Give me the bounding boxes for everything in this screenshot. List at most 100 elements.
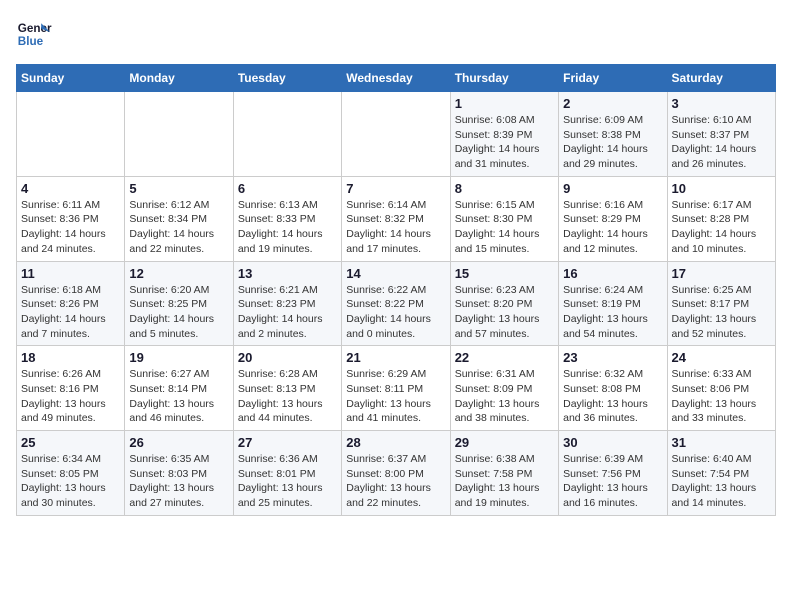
day-header-friday: Friday (559, 65, 667, 92)
calendar-cell: 30 Sunrise: 6:39 AMSunset: 7:56 PMDayligh… (559, 431, 667, 516)
day-info: Sunrise: 6:31 AMSunset: 8:09 PMDaylight:… (455, 367, 554, 426)
day-number: 7 (346, 181, 445, 196)
calendar-table: SundayMondayTuesdayWednesdayThursdayFrid… (16, 64, 776, 516)
day-info: Sunrise: 6:39 AMSunset: 7:56 PMDaylight:… (563, 452, 662, 511)
calendar-cell: 23 Sunrise: 6:32 AMSunset: 8:08 PMDayligh… (559, 346, 667, 431)
calendar-cell: 28 Sunrise: 6:37 AMSunset: 8:00 PMDayligh… (342, 431, 450, 516)
day-number: 30 (563, 435, 662, 450)
day-info: Sunrise: 6:35 AMSunset: 8:03 PMDaylight:… (129, 452, 228, 511)
day-info: Sunrise: 6:15 AMSunset: 8:30 PMDaylight:… (455, 198, 554, 257)
day-number: 19 (129, 350, 228, 365)
day-info: Sunrise: 6:14 AMSunset: 8:32 PMDaylight:… (346, 198, 445, 257)
calendar-header: SundayMondayTuesdayWednesdayThursdayFrid… (17, 65, 776, 92)
day-header-monday: Monday (125, 65, 233, 92)
day-number: 11 (21, 266, 120, 281)
calendar-cell: 18Sunrise: 6:26 AMSunset: 8:16 PMDayligh… (17, 346, 125, 431)
day-info: Sunrise: 6:10 AMSunset: 8:37 PMDaylight:… (672, 113, 771, 172)
day-info: Sunrise: 6:22 AMSunset: 8:22 PMDaylight:… (346, 283, 445, 342)
calendar-cell: 29 Sunrise: 6:38 AMSunset: 7:58 PMDayligh… (450, 431, 558, 516)
day-number: 13 (238, 266, 337, 281)
day-info: Sunrise: 6:23 AMSunset: 8:20 PMDaylight:… (455, 283, 554, 342)
calendar-cell: 19 Sunrise: 6:27 AMSunset: 8:14 PMDayligh… (125, 346, 233, 431)
day-number: 3 (672, 96, 771, 111)
day-info: Sunrise: 6:08 AMSunset: 8:39 PMDaylight:… (455, 113, 554, 172)
calendar-cell: 11 Sunrise: 6:18 AMSunset: 8:26 PMDayligh… (17, 261, 125, 346)
day-headers-row: SundayMondayTuesdayWednesdayThursdayFrid… (17, 65, 776, 92)
day-info: Sunrise: 6:40 AMSunset: 7:54 PMDaylight:… (672, 452, 771, 511)
calendar-cell: 3 Sunrise: 6:10 AMSunset: 8:37 PMDaylight… (667, 92, 775, 177)
day-header-thursday: Thursday (450, 65, 558, 92)
calendar-cell: 15 Sunrise: 6:23 AMSunset: 8:20 PMDayligh… (450, 261, 558, 346)
day-number: 15 (455, 266, 554, 281)
day-header-sunday: Sunday (17, 65, 125, 92)
day-info: Sunrise: 6:26 AMSunset: 8:16 PMDaylight:… (21, 367, 120, 426)
calendar-cell: 17 Sunrise: 6:25 AMSunset: 8:17 PMDayligh… (667, 261, 775, 346)
day-number: 21 (346, 350, 445, 365)
calendar-cell: 16 Sunrise: 6:24 AMSunset: 8:19 PMDayligh… (559, 261, 667, 346)
day-number: 24 (672, 350, 771, 365)
day-info: Sunrise: 6:25 AMSunset: 8:17 PMDaylight:… (672, 283, 771, 342)
calendar-cell: 4Sunrise: 6:11 AMSunset: 8:36 PMDaylight… (17, 176, 125, 261)
calendar-cell: 14Sunrise: 6:22 AMSunset: 8:22 PMDayligh… (342, 261, 450, 346)
day-info: Sunrise: 6:18 AMSunset: 8:26 PMDaylight:… (21, 283, 120, 342)
day-header-wednesday: Wednesday (342, 65, 450, 92)
calendar-cell: 25 Sunrise: 6:34 AMSunset: 8:05 PMDayligh… (17, 431, 125, 516)
calendar-cell: 6 Sunrise: 6:13 AMSunset: 8:33 PMDaylight… (233, 176, 341, 261)
calendar-week-2: 4Sunrise: 6:11 AMSunset: 8:36 PMDaylight… (17, 176, 776, 261)
calendar-week-5: 25 Sunrise: 6:34 AMSunset: 8:05 PMDayligh… (17, 431, 776, 516)
calendar-cell (17, 92, 125, 177)
calendar-cell: 5Sunrise: 6:12 AMSunset: 8:34 PMDaylight… (125, 176, 233, 261)
day-info: Sunrise: 6:16 AMSunset: 8:29 PMDaylight:… (563, 198, 662, 257)
calendar-cell: 22 Sunrise: 6:31 AMSunset: 8:09 PMDayligh… (450, 346, 558, 431)
day-info: Sunrise: 6:37 AMSunset: 8:00 PMDaylight:… (346, 452, 445, 511)
calendar-cell: 8Sunrise: 6:15 AMSunset: 8:30 PMDaylight… (450, 176, 558, 261)
day-info: Sunrise: 6:21 AMSunset: 8:23 PMDaylight:… (238, 283, 337, 342)
calendar-cell: 9 Sunrise: 6:16 AMSunset: 8:29 PMDaylight… (559, 176, 667, 261)
day-info: Sunrise: 6:32 AMSunset: 8:08 PMDaylight:… (563, 367, 662, 426)
day-number: 22 (455, 350, 554, 365)
calendar-cell: 10Sunrise: 6:17 AMSunset: 8:28 PMDayligh… (667, 176, 775, 261)
calendar-cell: 12 Sunrise: 6:20 AMSunset: 8:25 PMDayligh… (125, 261, 233, 346)
day-number: 12 (129, 266, 228, 281)
svg-text:Blue: Blue (18, 35, 44, 48)
day-info: Sunrise: 6:27 AMSunset: 8:14 PMDaylight:… (129, 367, 228, 426)
day-number: 1 (455, 96, 554, 111)
day-number: 16 (563, 266, 662, 281)
calendar-cell: 26 Sunrise: 6:35 AMSunset: 8:03 PMDayligh… (125, 431, 233, 516)
day-number: 17 (672, 266, 771, 281)
day-info: Sunrise: 6:24 AMSunset: 8:19 PMDaylight:… (563, 283, 662, 342)
day-number: 23 (563, 350, 662, 365)
calendar-cell (342, 92, 450, 177)
calendar-cell: 1 Sunrise: 6:08 AMSunset: 8:39 PMDaylight… (450, 92, 558, 177)
day-number: 31 (672, 435, 771, 450)
header: General Blue (16, 16, 776, 52)
calendar-cell: 27Sunrise: 6:36 AMSunset: 8:01 PMDayligh… (233, 431, 341, 516)
day-info: Sunrise: 6:29 AMSunset: 8:11 PMDaylight:… (346, 367, 445, 426)
day-info: Sunrise: 6:38 AMSunset: 7:58 PMDaylight:… (455, 452, 554, 511)
day-info: Sunrise: 6:11 AMSunset: 8:36 PMDaylight:… (21, 198, 120, 257)
calendar-cell: 24Sunrise: 6:33 AMSunset: 8:06 PMDayligh… (667, 346, 775, 431)
calendar-cell: 7 Sunrise: 6:14 AMSunset: 8:32 PMDaylight… (342, 176, 450, 261)
calendar-cell: 13 Sunrise: 6:21 AMSunset: 8:23 PMDayligh… (233, 261, 341, 346)
day-number: 28 (346, 435, 445, 450)
day-number: 25 (21, 435, 120, 450)
day-header-tuesday: Tuesday (233, 65, 341, 92)
day-number: 20 (238, 350, 337, 365)
day-number: 10 (672, 181, 771, 196)
day-info: Sunrise: 6:20 AMSunset: 8:25 PMDaylight:… (129, 283, 228, 342)
day-number: 29 (455, 435, 554, 450)
day-number: 2 (563, 96, 662, 111)
calendar-cell: 20Sunrise: 6:28 AMSunset: 8:13 PMDayligh… (233, 346, 341, 431)
day-number: 26 (129, 435, 228, 450)
day-number: 5 (129, 181, 228, 196)
logo: General Blue (16, 16, 52, 52)
day-info: Sunrise: 6:34 AMSunset: 8:05 PMDaylight:… (21, 452, 120, 511)
calendar-cell (233, 92, 341, 177)
calendar-body: 1 Sunrise: 6:08 AMSunset: 8:39 PMDaylight… (17, 92, 776, 516)
day-number: 9 (563, 181, 662, 196)
calendar-cell (125, 92, 233, 177)
svg-text:General: General (18, 22, 52, 35)
calendar-week-3: 11 Sunrise: 6:18 AMSunset: 8:26 PMDayligh… (17, 261, 776, 346)
day-number: 6 (238, 181, 337, 196)
day-info: Sunrise: 6:13 AMSunset: 8:33 PMDaylight:… (238, 198, 337, 257)
